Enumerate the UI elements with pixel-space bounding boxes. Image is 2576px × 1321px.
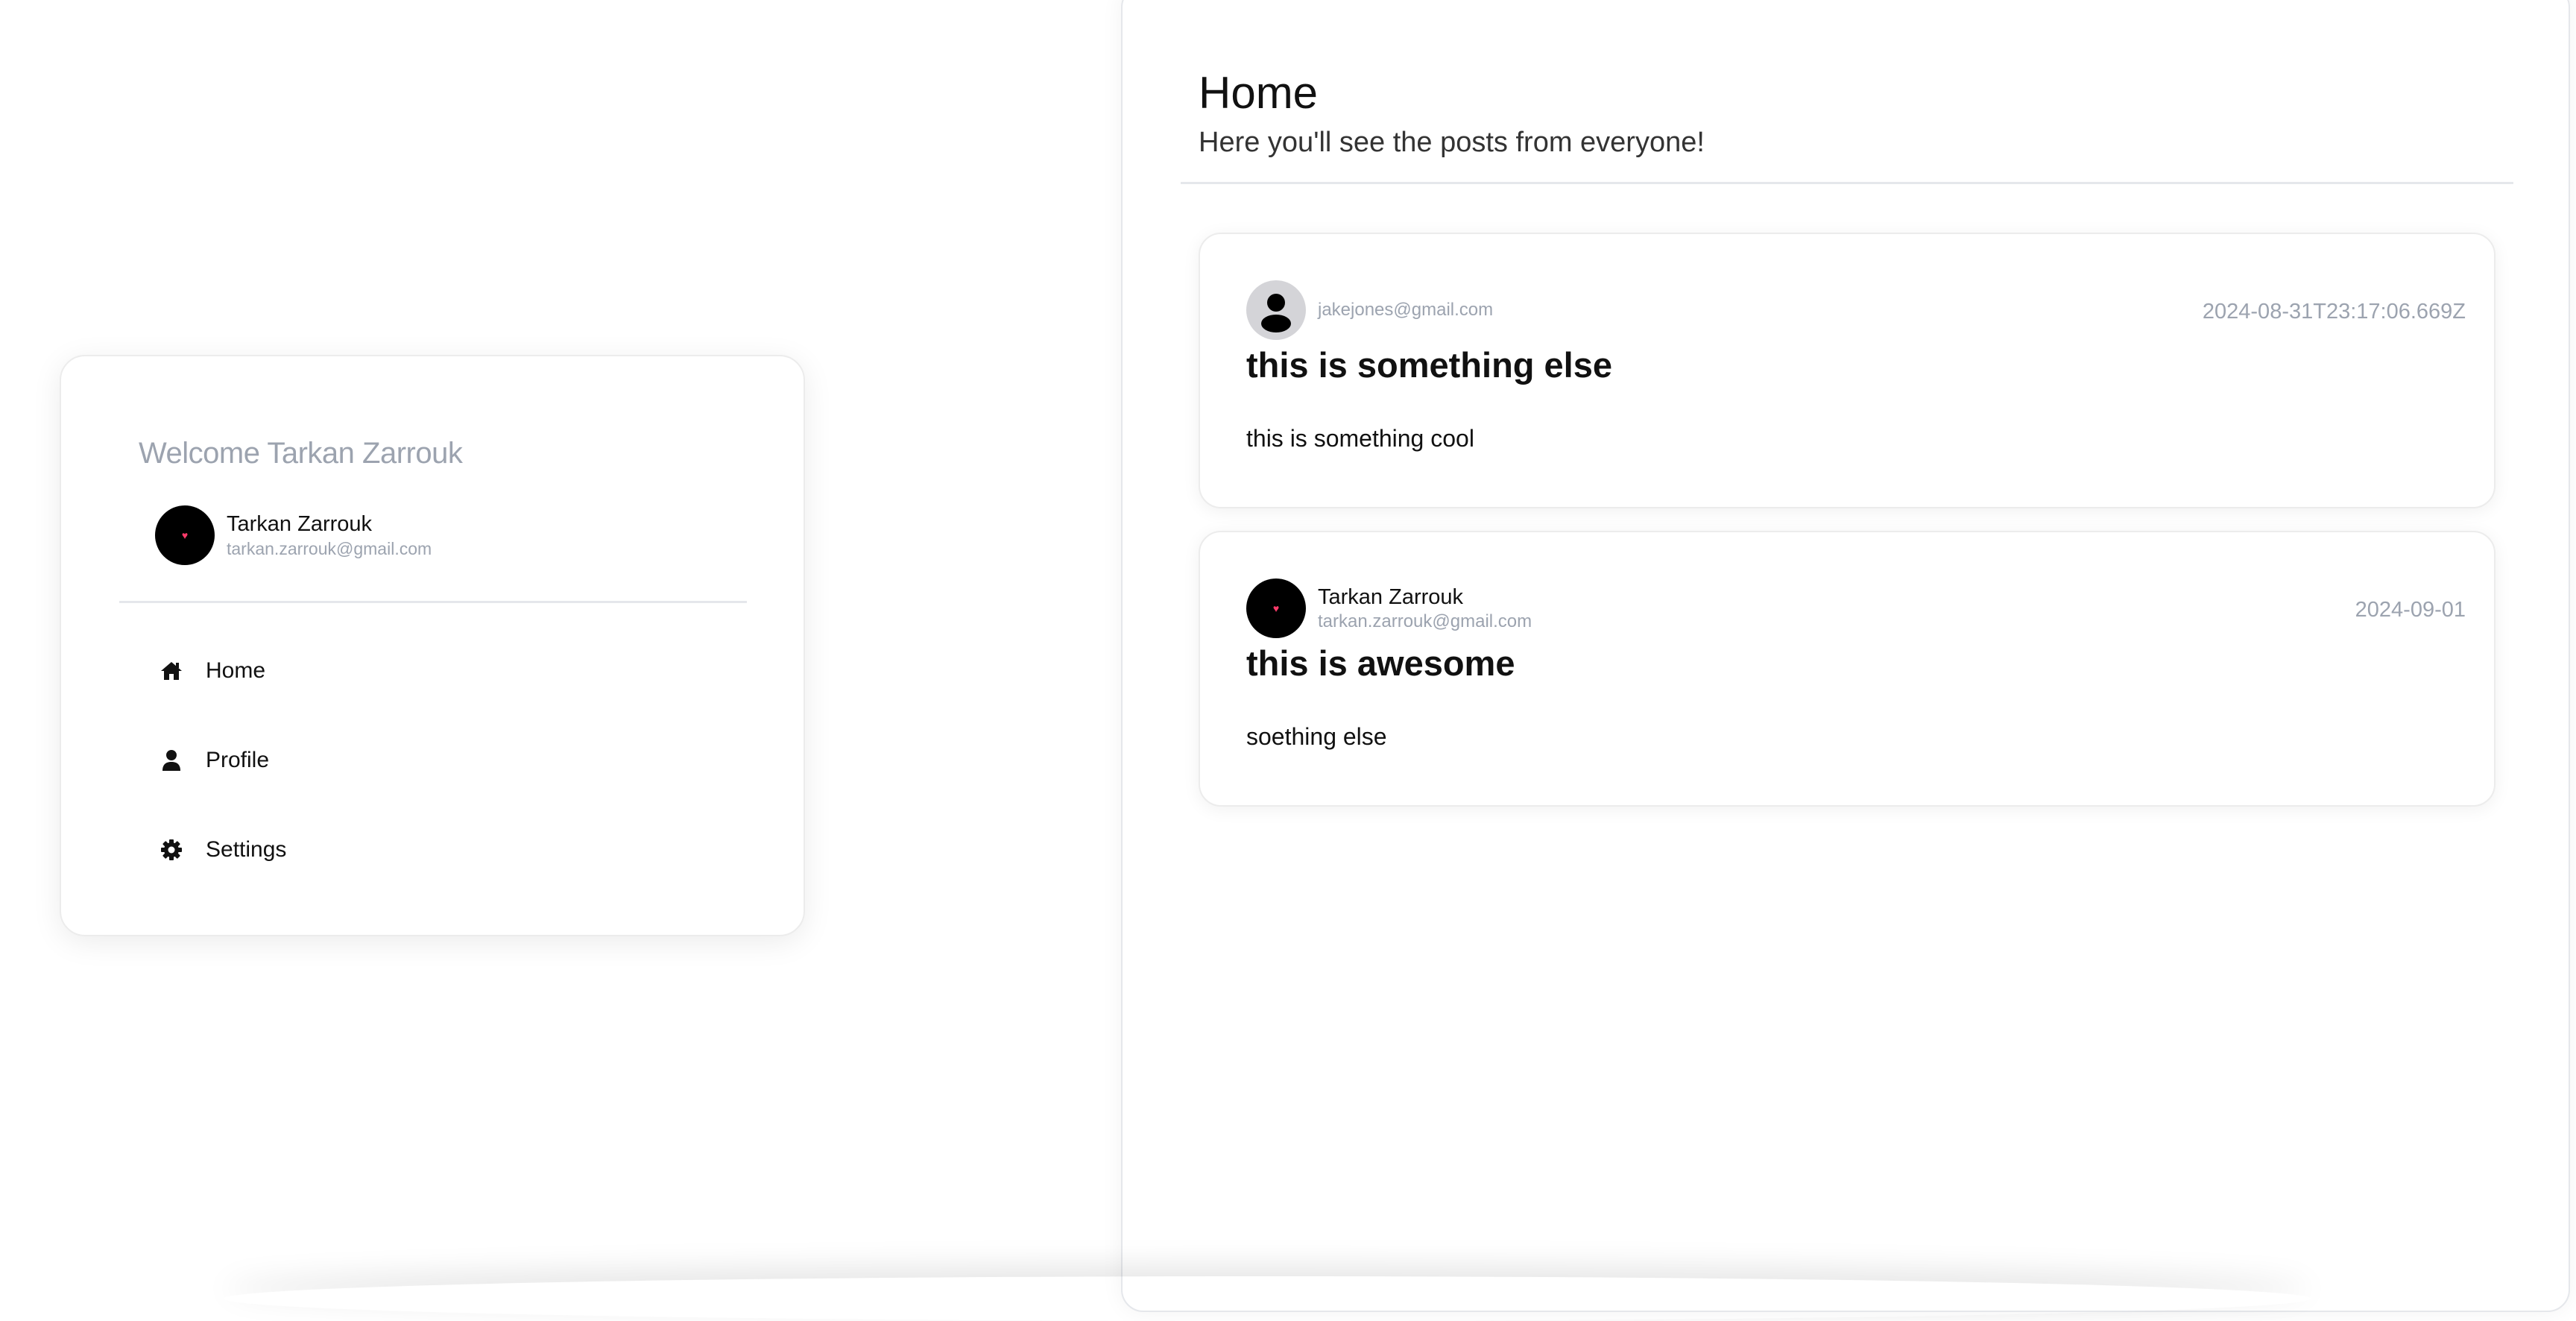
current-user[interactable]: ♥ Tarkan Zarrouk tarkan.zarrouk@gmail.co… — [155, 505, 432, 565]
post-author[interactable]: jakejones@gmail.com — [1246, 280, 1493, 340]
post-feed: jakejones@gmail.com 2024-08-31T23:17:06.… — [1199, 233, 2496, 829]
post-date: 2024-08-31T23:17:06.669Z — [2202, 300, 2466, 324]
current-user-name: Tarkan Zarrouk — [227, 512, 373, 536]
avatar[interactable]: ♥ — [1246, 578, 1306, 638]
post-author-email: tarkan.zarrouk@gmail.com — [1318, 611, 1532, 631]
heart-icon: ♥ — [181, 529, 189, 541]
sidebar-divider — [119, 601, 747, 603]
post-author-info: Tarkan Zarrouk tarkan.zarrouk@gmail.com — [1318, 584, 1532, 633]
avatar[interactable]: ♥ — [155, 505, 215, 565]
default-user-avatar-icon[interactable] — [1246, 280, 1306, 340]
welcome-heading: Welcome Tarkan Zarrouk — [139, 437, 463, 470]
post-body: this is something cool — [1246, 425, 1474, 452]
sidebar-card: Welcome Tarkan Zarrouk ♥ Tarkan Zarrouk … — [60, 355, 805, 936]
header-divider — [1181, 182, 2513, 184]
sidebar-item-label: Settings — [206, 837, 287, 862]
page-subtitle: Here you'll see the posts from everyone! — [1199, 127, 1705, 158]
current-user-info: Tarkan Zarrouk tarkan.zarrouk@gmail.com — [227, 511, 432, 560]
sidebar-item-profile[interactable]: Profile — [160, 716, 726, 805]
sidebar-nav: Home Profile Settings — [160, 626, 726, 895]
sidebar-item-label: Home — [206, 658, 266, 683]
post-date: 2024-09-01 — [2355, 598, 2466, 622]
page-title: Home — [1199, 68, 1319, 118]
heart-icon: ♥ — [1272, 602, 1280, 614]
sidebar-item-label: Profile — [206, 748, 270, 772]
main-panel: Home Here you'll see the posts from ever… — [1121, 0, 2570, 1312]
post-title: this is awesome — [1246, 643, 1515, 683]
post-author-info: jakejones@gmail.com — [1318, 299, 1493, 321]
post-author-email: jakejones@gmail.com — [1318, 300, 1494, 320]
sidebar-item-settings[interactable]: Settings — [160, 805, 726, 895]
user-icon — [160, 748, 183, 772]
current-user-email: tarkan.zarrouk@gmail.com — [227, 539, 432, 558]
post-body: soething else — [1246, 723, 1387, 750]
post-card[interactable]: jakejones@gmail.com 2024-08-31T23:17:06.… — [1199, 233, 2496, 508]
home-icon — [160, 659, 183, 683]
sidebar-item-home[interactable]: Home — [160, 626, 726, 716]
post-author[interactable]: ♥ Tarkan Zarrouk tarkan.zarrouk@gmail.co… — [1246, 578, 1532, 638]
post-card[interactable]: ♥ Tarkan Zarrouk tarkan.zarrouk@gmail.co… — [1199, 531, 2496, 807]
post-author-name: Tarkan Zarrouk — [1318, 585, 1464, 609]
gear-icon — [160, 838, 183, 862]
post-title: this is something else — [1246, 345, 1613, 385]
bottom-shadow — [224, 1276, 2311, 1321]
